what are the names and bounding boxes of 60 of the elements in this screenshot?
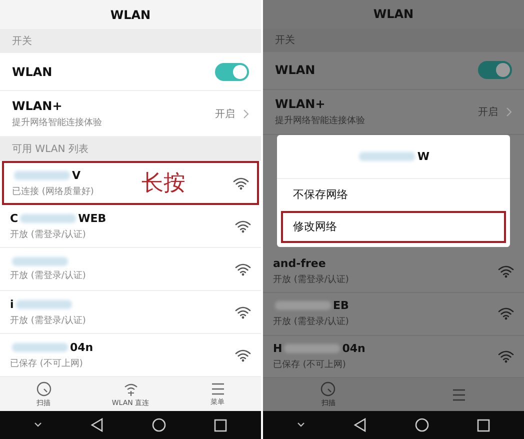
network-name: W: [357, 150, 430, 163]
network-name: and-free: [273, 257, 327, 270]
network-name: i: [10, 298, 86, 310]
wifi-icon: [235, 306, 251, 318]
dialog-option[interactable]: 修改网络: [281, 210, 506, 243]
wlan-switch[interactable]: [478, 61, 512, 80]
section-label: 开关: [275, 34, 295, 48]
wifi-icon: [232, 176, 249, 190]
gauge-icon[interactable]: [320, 381, 336, 398]
wlan-plus-value: 开启: [478, 106, 498, 119]
wlan-plus-label: WLAN+: [12, 98, 64, 112]
network-name: H 04n: [273, 342, 366, 355]
network-row[interactable]: V 已连接 (网络质量好) 长按: [2, 161, 259, 205]
wlan-plus-subtitle: 提升网络智能连接体验: [12, 116, 102, 128]
home-icon[interactable]: [152, 418, 166, 432]
network-row[interactable]: 开放 (需登录/认证): [0, 248, 261, 291]
network-name: C WEB: [10, 212, 106, 224]
wlan-plus-value: 开启: [215, 108, 235, 120]
network-status: 开放 (需登录/认证): [10, 314, 86, 326]
wlan-label: WLAN: [275, 63, 316, 78]
wlan-switch[interactable]: [215, 62, 249, 80]
network-row[interactable]: i 开放 (需登录/认证): [0, 291, 261, 334]
dialog-option[interactable]: 不保存网络: [281, 178, 506, 211]
network-name: 04n: [10, 340, 94, 354]
wifi-icon: [498, 307, 514, 320]
network-status: 已保存 (不可上网): [273, 358, 347, 371]
network-name: V: [12, 168, 94, 182]
chevron-down-icon[interactable]: [34, 422, 42, 428]
home-icon[interactable]: [415, 418, 429, 432]
wifi-icon: [235, 262, 251, 276]
recents-icon[interactable]: [214, 418, 227, 432]
wifi-icon: [498, 350, 514, 363]
section-label: 可用 WLAN 列表: [12, 142, 88, 156]
back-icon[interactable]: [353, 418, 367, 432]
network-status: 开放 (需登录/认证): [10, 228, 87, 240]
network-row[interactable]: and-free 开放 (需登录/认证): [263, 250, 524, 294]
network-status: 已保存 (不可上网): [10, 358, 84, 370]
network-status: 开放 (需登录/认证): [273, 316, 349, 328]
menu-icon[interactable]: [210, 382, 226, 396]
wifi-icon: [235, 348, 251, 362]
network-status: 开放 (需登录/认证): [10, 270, 86, 282]
network-status: 开放 (需登录/认证): [273, 274, 349, 286]
wifi-icon: [235, 220, 251, 232]
back-icon[interactable]: [90, 418, 104, 432]
screen-title: WLAN: [110, 8, 151, 22]
network-row[interactable]: C WEB 开放 (需登录/认证): [0, 205, 261, 248]
wlan-plus-subtitle: 提升网络智能连接体验: [275, 114, 365, 127]
chevron-down-icon[interactable]: [297, 422, 305, 428]
gauge-icon[interactable]: [36, 380, 52, 396]
network-row[interactable]: EB 开放 (需登录/认证): [263, 293, 524, 336]
annotation-text: 长按: [141, 170, 186, 198]
network-status: 已连接 (网络质量好): [12, 186, 94, 198]
recents-icon[interactable]: [477, 418, 490, 432]
wlan-plus-label: WLAN+: [275, 96, 326, 111]
wlan-label: WLAN: [12, 64, 52, 78]
menu-icon[interactable]: [450, 388, 467, 402]
screen-title: WLAN: [373, 7, 414, 22]
section-label: 开关: [12, 34, 32, 48]
network-name: EB: [273, 299, 349, 312]
wifi-icon: [498, 265, 514, 278]
